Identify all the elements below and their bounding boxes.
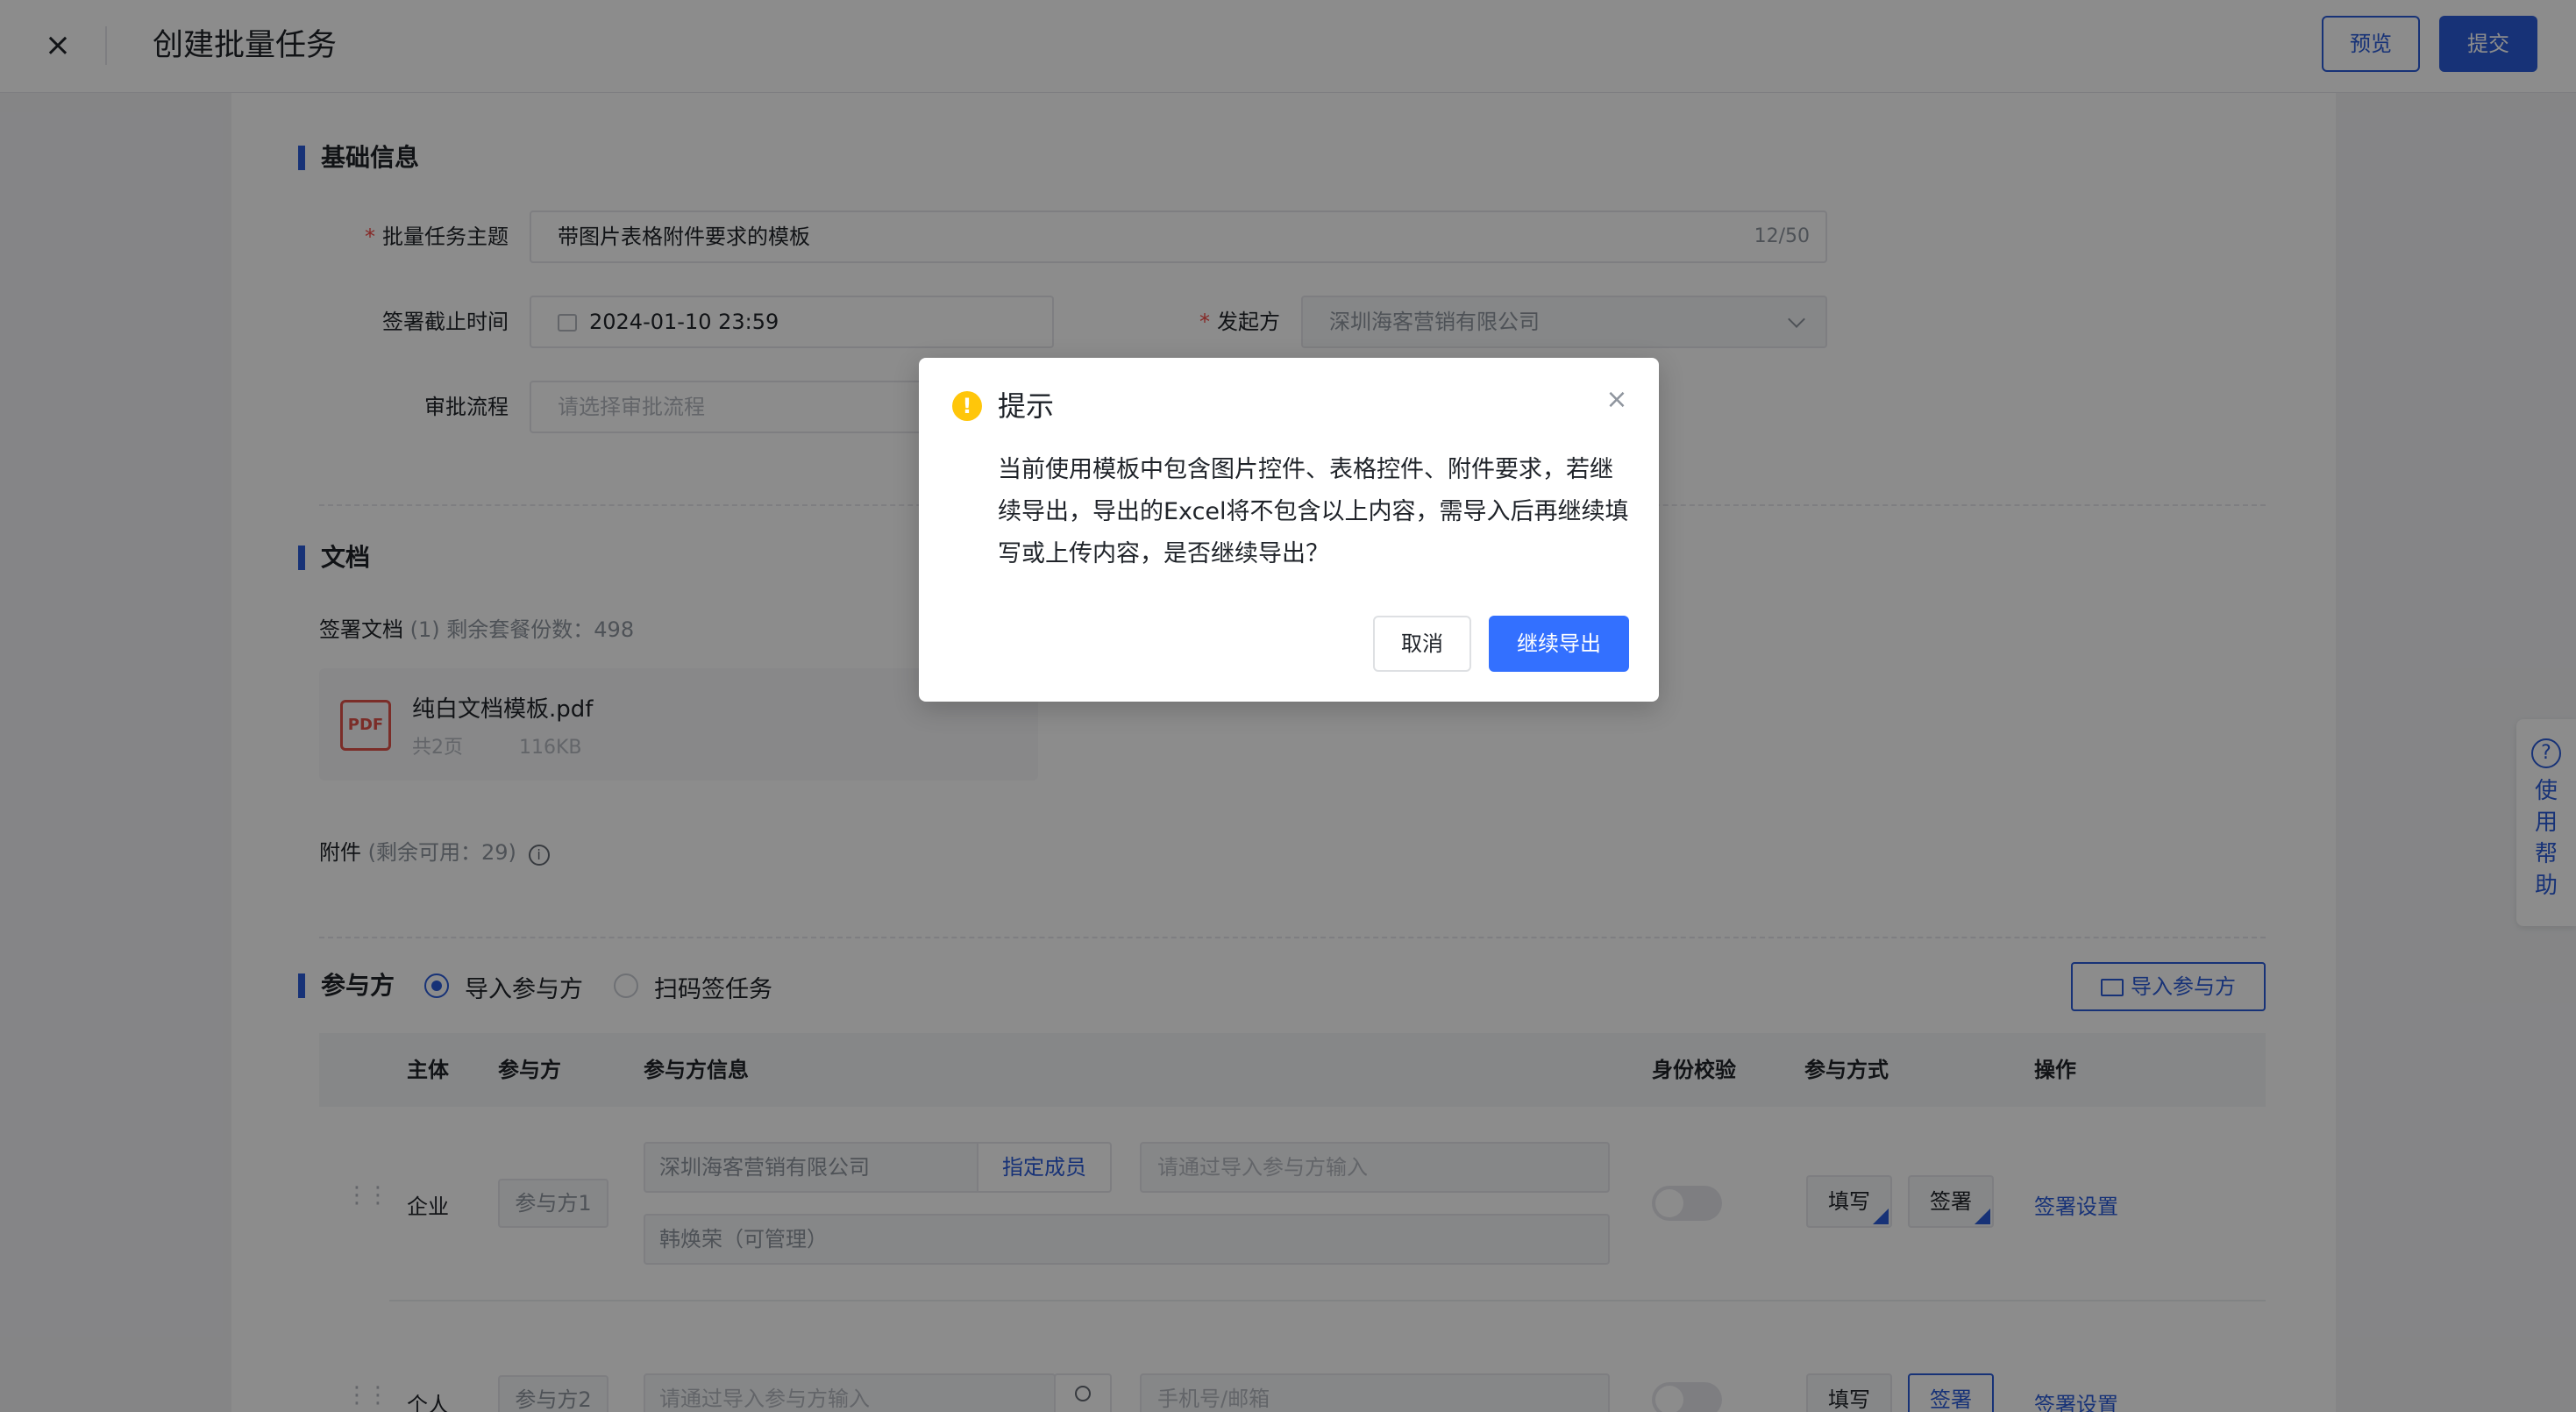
- cancel-button[interactable]: 取消: [1373, 616, 1471, 672]
- dialog-message: 当前使用模板中包含图片控件、表格控件、附件要求，若继续导出，导出的Excel将不…: [998, 456, 1629, 567]
- continue-export-button[interactable]: 继续导出: [1489, 616, 1629, 672]
- dialog-title: 提示: [998, 389, 1055, 423]
- modal-mask[interactable]: [0, 0, 2576, 1412]
- confirm-dialog: ! 提示 × 当前使用模板中包含图片控件、表格控件、附件要求，若继续导出，导出的…: [919, 358, 1659, 702]
- close-icon[interactable]: ×: [1603, 382, 1631, 417]
- warning-icon: !: [952, 391, 982, 421]
